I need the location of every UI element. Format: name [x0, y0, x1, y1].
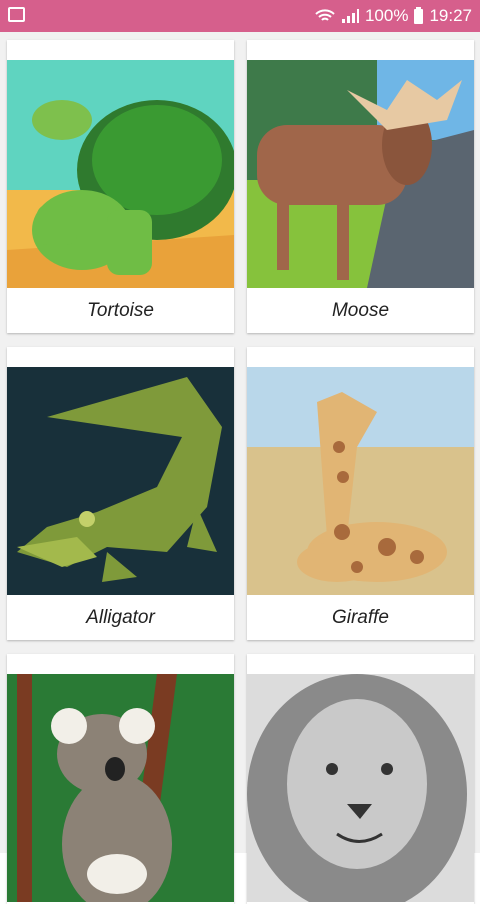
tortoise-picture: [7, 60, 234, 288]
card-tortoise[interactable]: Tortoise: [7, 40, 234, 333]
battery-icon: [414, 6, 424, 24]
animal-name: Giraffe: [331, 607, 390, 628]
alligator-picture: [7, 367, 234, 595]
card-moose[interactable]: Moose: [247, 40, 474, 333]
moose-picture: [247, 60, 474, 288]
card-lion[interactable]: [247, 654, 474, 904]
status-right: 100% 19:27: [315, 0, 472, 32]
card-koala[interactable]: [7, 654, 234, 904]
animal-name: Moose: [331, 300, 390, 321]
lion-picture: [247, 674, 474, 902]
koala-picture: [7, 674, 234, 902]
signal-icon: [341, 9, 359, 23]
animal-grid: Tortoise Moose Alligator Giraffe: [0, 32, 480, 904]
card-giraffe[interactable]: Giraffe: [247, 347, 474, 640]
animal-name: Alligator: [86, 607, 155, 628]
clock: 19:27: [429, 6, 472, 25]
animal-name: Tortoise: [87, 300, 154, 321]
wifi-icon: [315, 8, 335, 24]
giraffe-picture: [247, 367, 474, 595]
battery-level: 100%: [364, 6, 409, 25]
status-bar: 100% 19:27: [0, 0, 480, 32]
card-alligator[interactable]: Alligator: [7, 347, 234, 640]
gallery-icon: [8, 7, 25, 22]
